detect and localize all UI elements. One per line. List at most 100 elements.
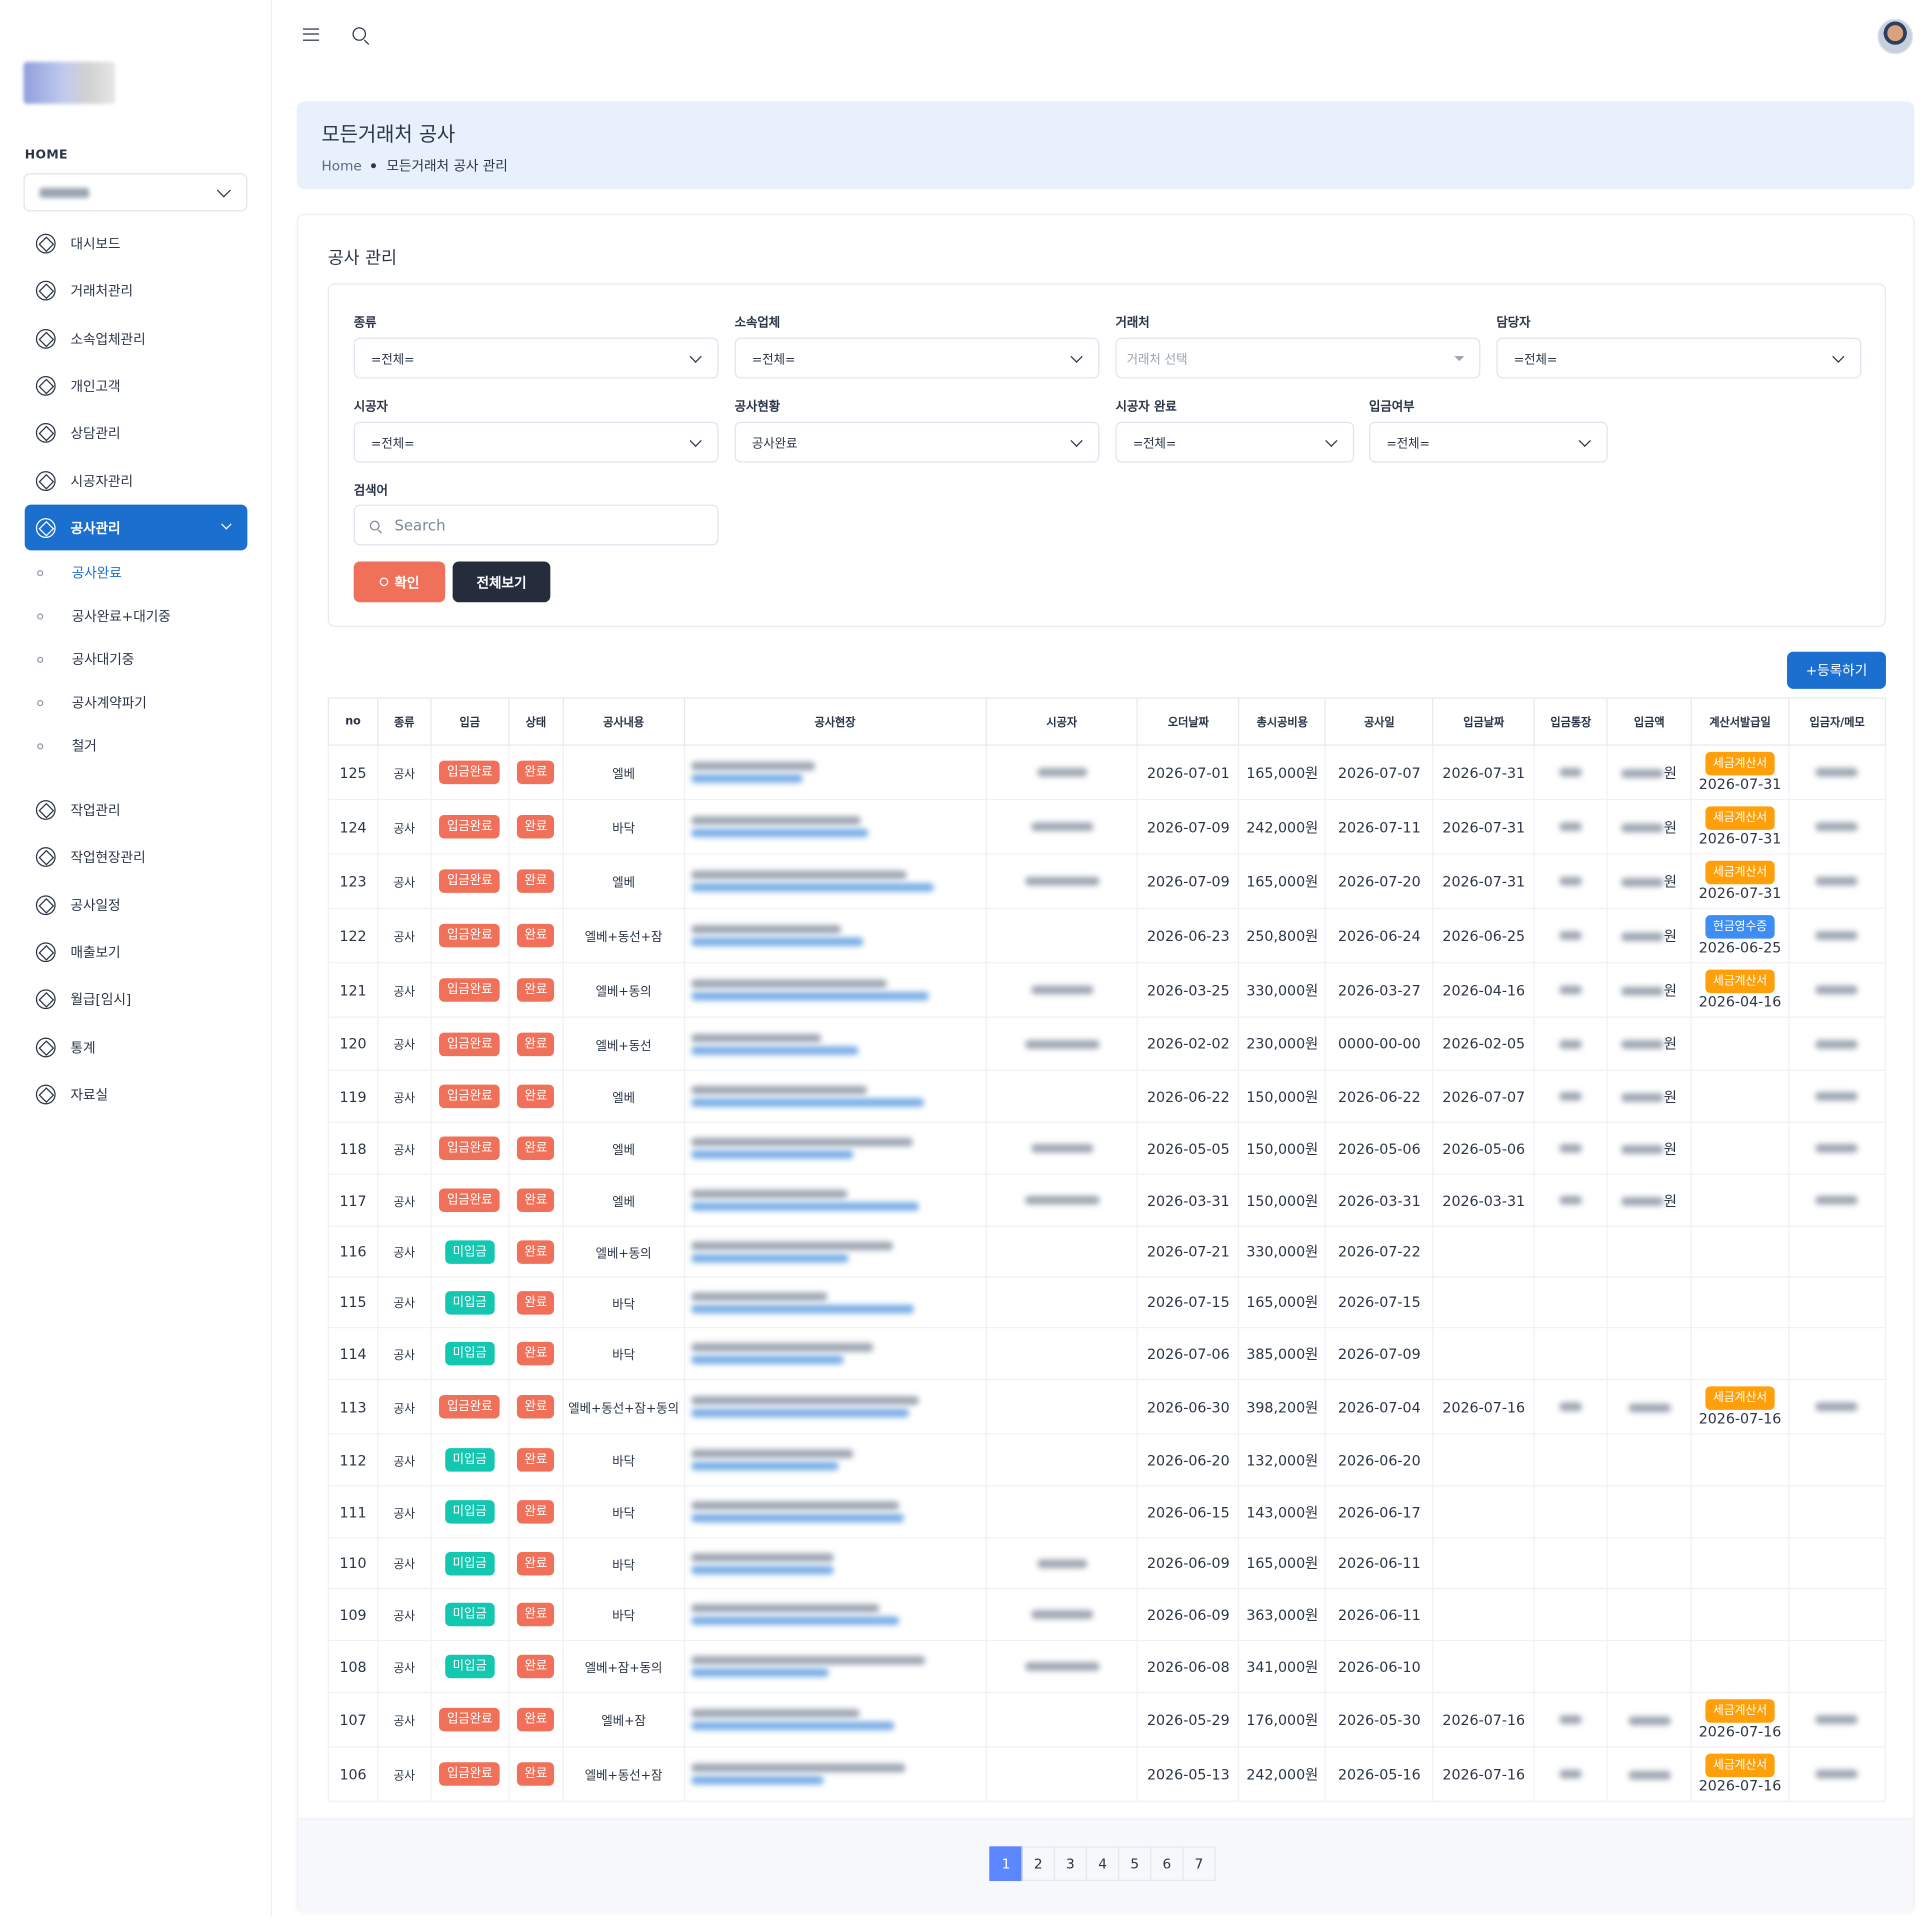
filter-client-select[interactable]: 거래처 선택: [1115, 337, 1481, 379]
cell-site[interactable]: [683, 1433, 987, 1487]
table-row[interactable]: 119 공사 입금완료 완료 엘베 2026-06-22 150,000원 2026-06-2…: [327, 1070, 1886, 1123]
table-row[interactable]: 113 공사 입금완료 완료 엘베+동선+잠+동의 2026-06-30 398,200원 2…: [327, 1379, 1886, 1435]
chevron-down-icon: [1070, 350, 1083, 363]
table-row[interactable]: 114 공사 미입금 완료 바닥 2026-07-06 385,000원 2026-07-09: [327, 1327, 1886, 1381]
sidebar-subitem-3[interactable]: 공사대기중: [37, 647, 134, 672]
aperture-icon: [35, 941, 56, 962]
sidebar-subitem-1[interactable]: 공사완료: [37, 560, 122, 585]
cell-site[interactable]: [683, 1537, 987, 1590]
page-button-2[interactable]: 2: [1021, 1846, 1055, 1882]
cell-builder: [985, 1174, 1139, 1227]
cell-site[interactable]: [683, 1070, 987, 1123]
table-row[interactable]: 112 공사 미입금 완료 바닥 2026-06-20 132,000원 2026-06-20: [327, 1433, 1886, 1487]
table-row[interactable]: 123 공사 입금완료 완료 엘베 2026-07-09 165,000원 2026-07-2…: [327, 853, 1886, 909]
cell-site[interactable]: [683, 1692, 987, 1748]
cell-site[interactable]: [683, 1485, 987, 1539]
sidebar-item-8[interactable]: 작업관리: [25, 787, 248, 833]
store-select[interactable]: [23, 173, 248, 212]
table-row[interactable]: 124 공사 입금완료 완료 바닥 2026-07-09 242,000원 2026-07-1…: [327, 799, 1886, 855]
cell-site[interactable]: [683, 1588, 987, 1642]
cell-no: 118: [327, 1122, 379, 1175]
cell-site[interactable]: [683, 1017, 987, 1071]
table-row[interactable]: 116 공사 미입금 완료 엘베+동의 2026-07-21 330,000원 2026-07…: [327, 1226, 1886, 1278]
filter-company-select[interactable]: =전체=: [734, 337, 1100, 379]
cell-site[interactable]: [683, 853, 987, 909]
sidebar-item-9[interactable]: 작업현장관리: [25, 834, 248, 880]
menu-icon[interactable]: [302, 28, 320, 41]
sidebar-item-14[interactable]: 자료실: [25, 1071, 248, 1117]
filter-status-select[interactable]: 공사완료: [734, 421, 1100, 463]
cell-site[interactable]: [683, 962, 987, 1018]
filter-builder-done-select[interactable]: =전체=: [1115, 421, 1355, 463]
table-row[interactable]: 122 공사 입금완료 완료 엘베+동선+잠 2026-06-23 250,800원 2026…: [327, 908, 1886, 964]
sidebar-item-13[interactable]: 통계: [25, 1024, 248, 1070]
state-badge: 완료: [517, 1654, 555, 1679]
search-icon[interactable]: [352, 27, 367, 41]
column-header: 계산서발급일: [1690, 697, 1790, 746]
table-row[interactable]: 117 공사 입금완료 완료 엘베 2026-03-31 150,000원 2026-03-3…: [327, 1174, 1886, 1227]
filter-deposit-select[interactable]: =전체=: [1369, 421, 1608, 463]
sidebar-subitem-4[interactable]: 공사계약파기: [37, 690, 147, 715]
cell-site[interactable]: [683, 1640, 987, 1694]
cell-site[interactable]: [683, 799, 987, 855]
table-row[interactable]: 118 공사 입금완료 완료 엘베 2026-05-05 150,000원 2026-05-0…: [327, 1122, 1886, 1175]
table-row[interactable]: 120 공사 입금완료 완료 엘베+동선 2026-02-02 230,000원 0000-0…: [327, 1017, 1886, 1071]
cell-site[interactable]: [683, 1174, 987, 1227]
cell-site[interactable]: [683, 1746, 987, 1802]
sidebar-subitem-2[interactable]: 공사완료+대기중: [37, 604, 171, 629]
sidebar-item-11[interactable]: 매출보기: [25, 929, 248, 975]
cell-site[interactable]: [683, 908, 987, 964]
page-button-3[interactable]: 3: [1053, 1846, 1088, 1882]
logo[interactable]: [23, 61, 116, 104]
table-row[interactable]: 110 공사 미입금 완료 바닥 2026-06-09 165,000원 2026-06-11: [327, 1537, 1886, 1590]
sidebar-item-2[interactable]: 거래처관리: [25, 267, 248, 313]
sidebar-item-10[interactable]: 공사일정: [25, 882, 248, 928]
invoice-date: 2026-07-16: [1698, 1722, 1782, 1740]
cell-cost: 132,000원: [1238, 1433, 1327, 1487]
sidebar-item-6[interactable]: 시공자관리: [25, 458, 248, 504]
sidebar-subitem-5[interactable]: 철거: [37, 733, 97, 758]
cell-site[interactable]: [683, 1379, 987, 1435]
table-row[interactable]: 107 공사 입금완료 완료 엘베+잠 2026-05-29 176,000원 2026-05…: [327, 1692, 1886, 1748]
page-button-1[interactable]: 1: [989, 1846, 1023, 1882]
sidebar-item-7[interactable]: 공사관리: [24, 504, 248, 551]
cell-invoice: [1690, 1485, 1790, 1539]
cell-site[interactable]: [683, 1276, 987, 1329]
sidebar-item-5[interactable]: 상담관리: [25, 409, 248, 455]
table-row[interactable]: 121 공사 입금완료 완료 엘베+동의 2026-03-25 330,000원 2026-0…: [327, 962, 1886, 1018]
sidebar-item-12[interactable]: 월급[임시]: [25, 976, 248, 1022]
breadcrumb-home[interactable]: Home: [322, 158, 362, 174]
register-button[interactable]: +등록하기: [1787, 651, 1886, 689]
search-input[interactable]: Search: [353, 504, 719, 546]
avatar[interactable]: [1877, 18, 1914, 55]
table-row[interactable]: 109 공사 미입금 완료 바닥 2026-06-09 363,000원 2026-06-11: [327, 1588, 1886, 1642]
table-row[interactable]: 125 공사 입금완료 완료 엘베 2026-07-01 165,000원 2026-07-0…: [327, 745, 1886, 801]
cell-pay-date: 2026-05-06: [1432, 1122, 1536, 1175]
cell-site[interactable]: [683, 1327, 987, 1381]
sidebar-item-4[interactable]: 개인고객: [25, 362, 248, 408]
redacted-text: [1621, 986, 1664, 995]
cell-site[interactable]: [683, 1122, 987, 1175]
table-row[interactable]: 108 공사 미입금 완료 엘베+잠+동의 2026-06-08 341,000원 2026-…: [327, 1640, 1886, 1694]
page-button-5[interactable]: 5: [1117, 1846, 1152, 1882]
table-row[interactable]: 106 공사 입금완료 완료 엘베+동선+잠 2026-05-13 242,000원 2026…: [327, 1746, 1886, 1802]
cell-work-date: 2026-06-11: [1324, 1588, 1434, 1642]
cell-payment: 입금완료: [430, 1070, 510, 1123]
table-row[interactable]: 115 공사 미입금 완료 바닥 2026-07-15 165,000원 2026-07-15: [327, 1276, 1886, 1329]
filter-manager-select[interactable]: =전체=: [1496, 337, 1862, 379]
sidebar-item-1[interactable]: 대시보드: [25, 220, 248, 266]
filter-type-select[interactable]: =전체=: [353, 337, 719, 379]
column-header: 오더날짜: [1137, 697, 1240, 746]
page-button-7[interactable]: 7: [1182, 1846, 1216, 1882]
cell-site[interactable]: [683, 1226, 987, 1278]
table-row[interactable]: 111 공사 미입금 완료 바닥 2026-06-15 143,000원 2026-06-17: [327, 1485, 1886, 1539]
cell-site[interactable]: [683, 745, 987, 801]
cell-content: 바닥: [562, 1327, 685, 1381]
page-button-6[interactable]: 6: [1150, 1846, 1184, 1882]
show-all-button[interactable]: 전체보기: [452, 561, 551, 603]
filter-builder-select[interactable]: =전체=: [353, 421, 719, 463]
page-button-4[interactable]: 4: [1085, 1846, 1120, 1882]
sidebar-item-3[interactable]: 소속업체관리: [25, 315, 248, 361]
cell-cost: 176,000원: [1238, 1692, 1327, 1748]
confirm-button[interactable]: 확인: [353, 561, 446, 603]
